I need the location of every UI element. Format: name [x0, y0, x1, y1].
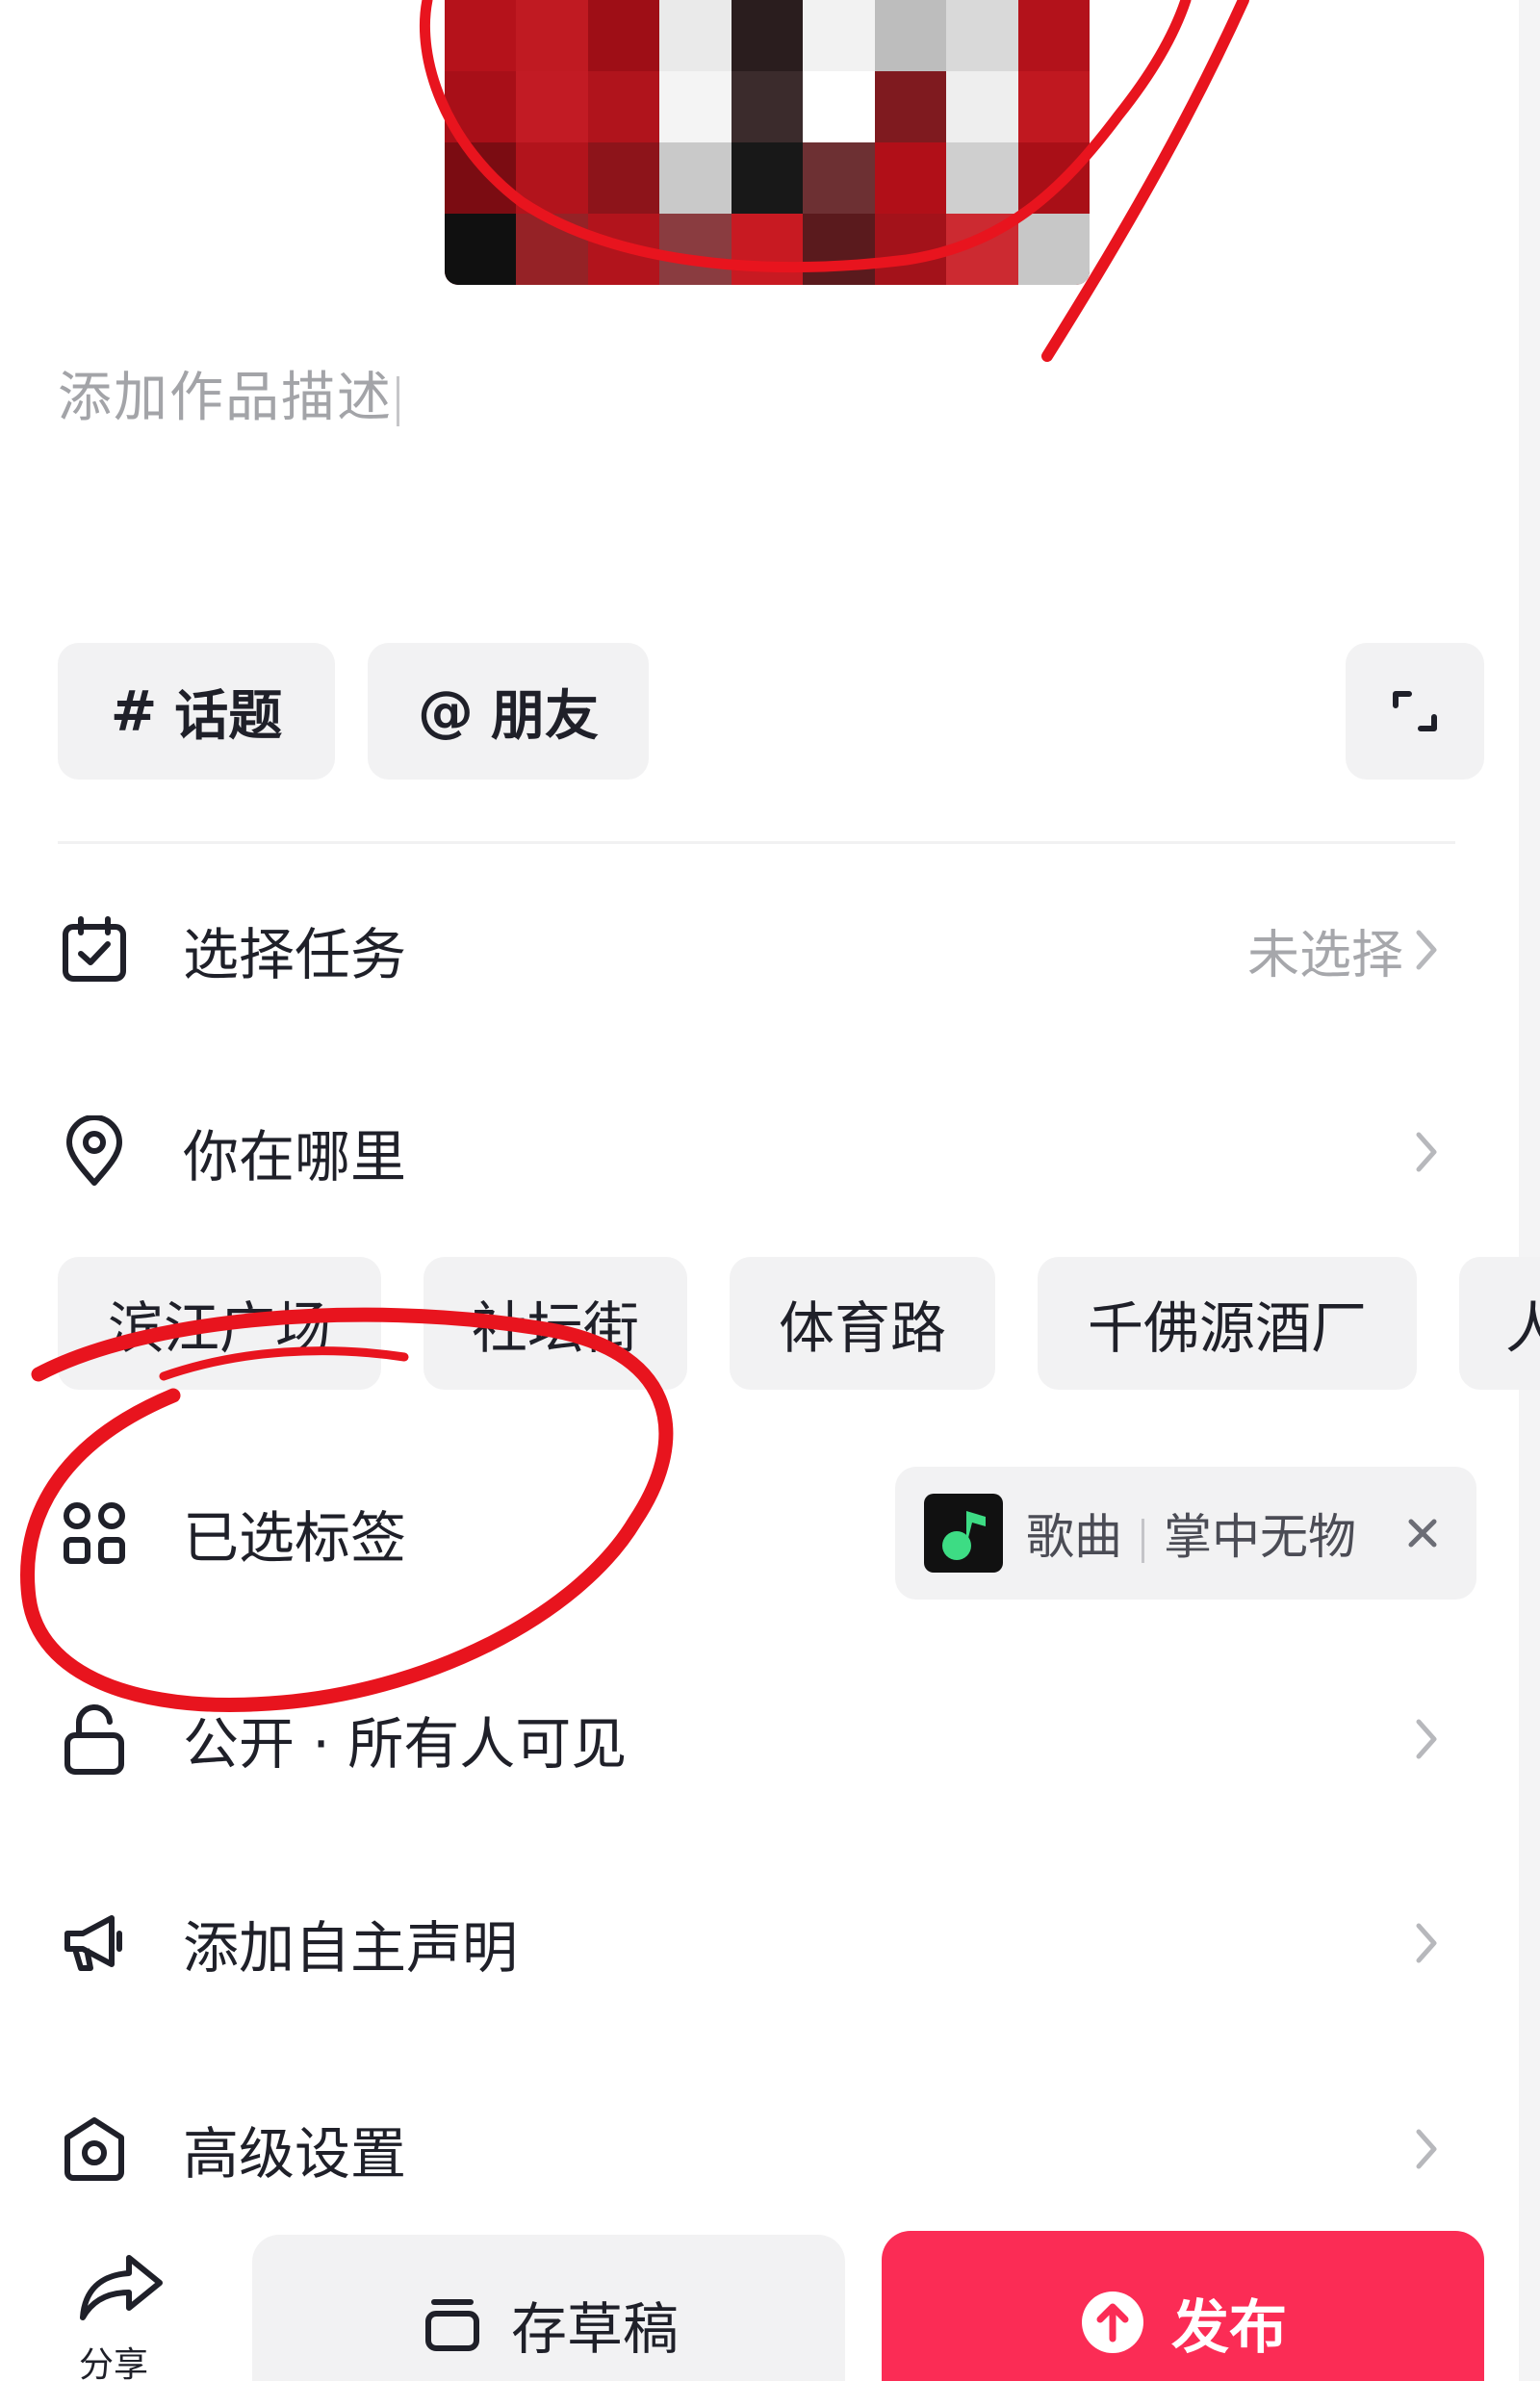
save-draft-label: 存草稿 [510, 2296, 679, 2362]
tag-type: 歌曲 [1026, 1509, 1122, 1565]
share-button[interactable]: 分享 [58, 2240, 192, 2381]
visibility-row[interactable]: 公开 · 所有人可见 [0, 1667, 1519, 1811]
hashtag-icon: # [110, 678, 158, 744]
location-suggestion[interactable]: 滨江广场 [58, 1257, 381, 1390]
pixelated-cover [445, 0, 1090, 285]
declaration-row[interactable]: 添加自主声明 [0, 1871, 1519, 2015]
location-pin-icon [66, 1115, 122, 1186]
at-icon: @ [418, 678, 474, 744]
share-arrow-icon [80, 2255, 163, 2320]
save-draft-button[interactable]: 存草稿 [252, 2235, 845, 2381]
section-divider [58, 841, 1455, 844]
topic-chip[interactable]: # 话题 [58, 643, 335, 780]
chevron-right-icon [1416, 2129, 1437, 2169]
share-label: 分享 [79, 2345, 149, 2381]
megaphone-icon [64, 1915, 122, 1971]
friend-chip[interactable]: @ 朋友 [368, 643, 649, 780]
publish-label: 发布 [1171, 2293, 1287, 2362]
expand-icon [1393, 691, 1437, 731]
description-placeholder: 添加作品描述 [58, 367, 393, 429]
chevron-right-icon [1416, 930, 1437, 970]
description-input[interactable]: 添加作品描述 [58, 354, 399, 432]
expand-editor-button[interactable] [1346, 643, 1484, 780]
select-task-value: 未选择 [1247, 924, 1403, 986]
advanced-settings-label: 高级设置 [183, 2121, 407, 2187]
location-suggestion[interactable]: 社坛街 [424, 1257, 687, 1390]
selected-tag-pill[interactable]: 歌曲 掌中无物 [895, 1467, 1476, 1600]
location-row[interactable]: 你在哪里 [0, 1080, 1519, 1224]
tag-separator [1142, 1518, 1144, 1563]
draft-box-icon [424, 2299, 479, 2351]
chevron-right-icon [1416, 1719, 1437, 1759]
advanced-settings-row[interactable]: 高级设置 [0, 2077, 1519, 2221]
grid-apps-icon [64, 1502, 125, 1564]
chevron-right-icon [1416, 1923, 1437, 1963]
upload-arrow-icon [1082, 2291, 1143, 2353]
location-suggestion[interactable]: 人 [1459, 1257, 1540, 1390]
close-icon[interactable] [1403, 1514, 1442, 1552]
friend-chip-label: 朋友 [491, 684, 599, 748]
unlock-icon [64, 1704, 124, 1775]
selected-tags-label: 已选标签 [183, 1505, 407, 1571]
scroll-edge [1519, 0, 1540, 2381]
publish-screen: 添加作品描述 # 话题 @ 朋友 选择任务 未选择 你在哪里 滨江广场 社坛街 … [0, 0, 1540, 2381]
calendar-check-icon [63, 916, 126, 982]
visibility-label: 公开 · 所有人可见 [183, 1711, 628, 1777]
location-suggestion[interactable]: 千佛源酒厂 [1038, 1257, 1417, 1390]
tag-name: 掌中无物 [1164, 1509, 1356, 1565]
selected-tag-text: 歌曲 掌中无物 [1026, 1498, 1356, 1568]
declaration-label: 添加自主声明 [183, 1915, 519, 1981]
select-task-row[interactable]: 选择任务 未选择 [0, 878, 1519, 1022]
cover-image[interactable] [445, 0, 1090, 285]
location-label: 你在哪里 [183, 1124, 407, 1190]
publish-button[interactable]: 发布 [882, 2231, 1484, 2381]
topic-chip-label: 话题 [174, 684, 283, 748]
text-caret [397, 375, 399, 426]
chevron-right-icon [1416, 1132, 1437, 1172]
select-task-label: 选择任务 [183, 922, 407, 987]
settings-icon [64, 2117, 124, 2181]
location-suggestion[interactable]: 体育路 [730, 1257, 995, 1390]
music-app-icon [924, 1494, 1003, 1573]
